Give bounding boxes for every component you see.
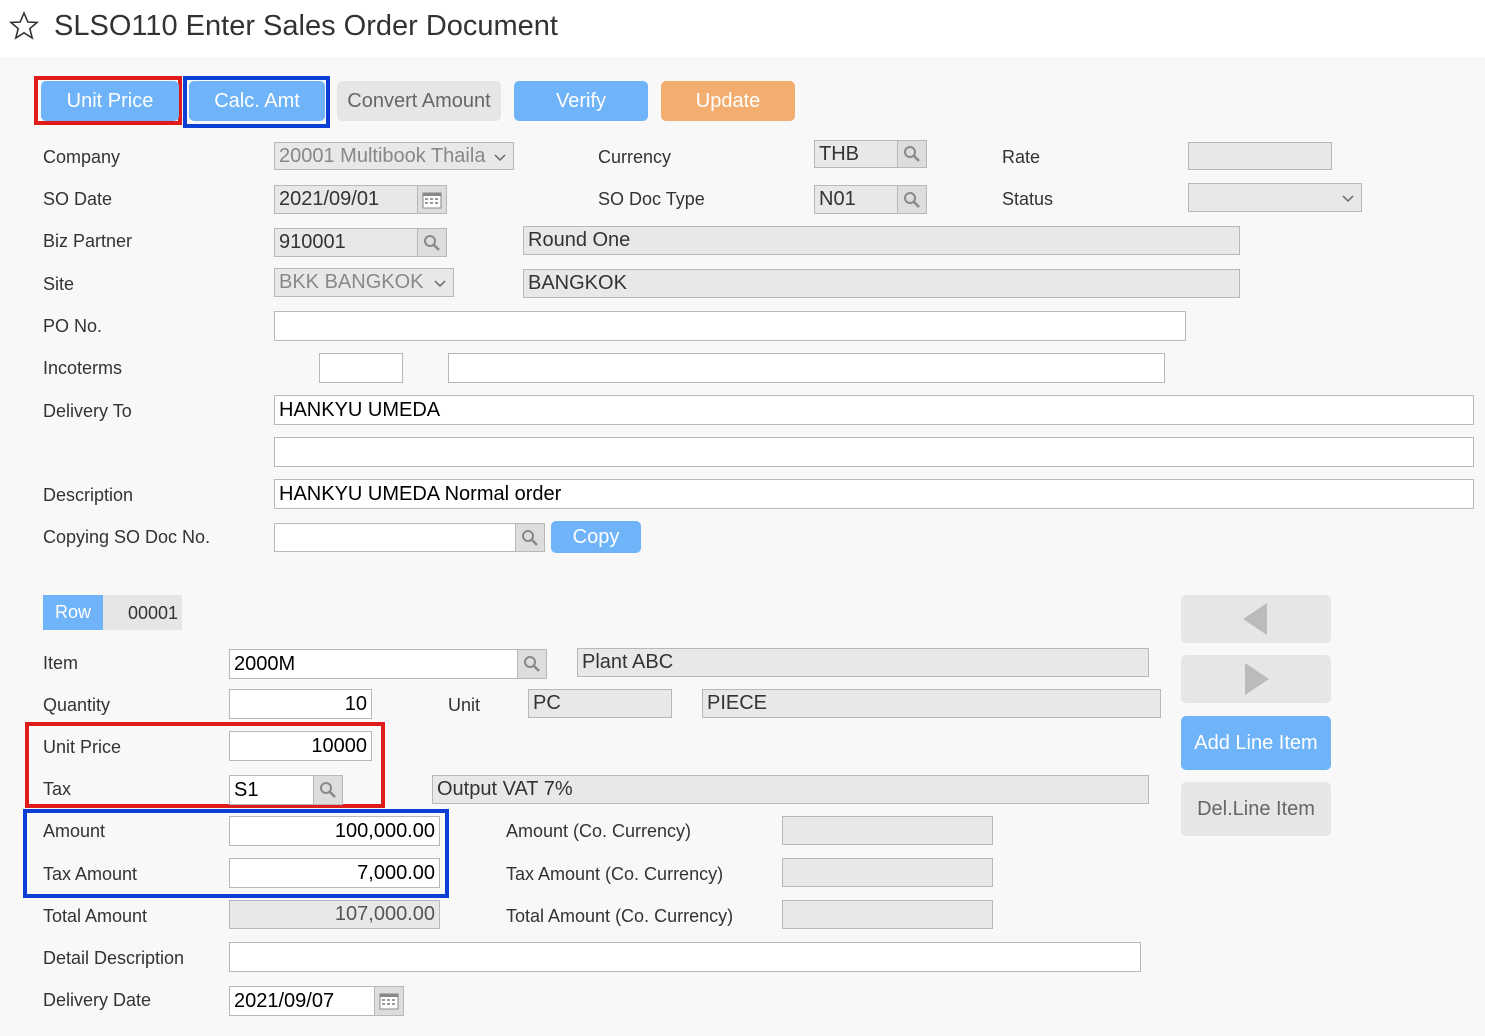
triangle-right-icon — [1245, 663, 1269, 695]
amount-co-label: Amount (Co. Currency) — [506, 821, 692, 841]
currency-label: Currency — [598, 147, 672, 167]
tax-search-button[interactable] — [313, 775, 343, 805]
calc-amt-button[interactable]: Calc. Amt — [189, 81, 325, 121]
site-select[interactable]: BKK BANGKOK — [274, 268, 454, 297]
item-search-button[interactable] — [517, 649, 547, 679]
unit-price-button[interactable]: Unit Price — [41, 81, 179, 121]
quantity-field[interactable]: 10 — [229, 689, 372, 719]
total-amount-co-label: Total Amount (Co. Currency) — [506, 906, 734, 926]
star-icon[interactable] — [8, 10, 40, 42]
rate-label: Rate — [1002, 147, 1041, 167]
rate-field[interactable] — [1188, 142, 1332, 170]
delivery-to-label: Delivery To — [43, 401, 132, 421]
site-name-field: BANGKOK — [523, 269, 1240, 298]
copying-so-doc-field[interactable] — [274, 523, 516, 552]
delivery-date-field[interactable]: 2021/09/07 — [229, 986, 375, 1016]
tax-amount-label: Tax Amount — [43, 864, 138, 884]
triangle-left-icon — [1243, 603, 1267, 635]
incoterms-label: Incoterms — [43, 358, 123, 378]
item-label: Item — [43, 653, 79, 673]
so-doc-type-search-button[interactable] — [897, 185, 927, 214]
site-value: BKK BANGKOK — [279, 271, 424, 293]
row-number: 00001 — [128, 603, 179, 623]
biz-partner-name-field: Round One — [523, 226, 1240, 255]
company-label: Company — [43, 147, 121, 167]
incoterms-code-field[interactable] — [319, 353, 403, 383]
tax-label: Tax — [43, 779, 72, 799]
copy-button[interactable]: Copy — [551, 521, 641, 553]
status-label: Status — [1002, 189, 1054, 209]
status-select[interactable] — [1188, 183, 1362, 212]
delivery-date-label: Delivery Date — [43, 990, 152, 1010]
unit-price-label: Unit Price — [43, 737, 122, 757]
item-field[interactable]: 2000M — [229, 649, 518, 679]
so-date-label: SO Date — [43, 189, 113, 209]
magnifier-icon — [524, 656, 540, 672]
item-name-field: Plant ABC — [577, 648, 1149, 677]
delivery-to-line1-field[interactable]: HANKYU UMEDA — [274, 395, 1474, 425]
copying-so-doc-label: Copying SO Doc No. — [43, 527, 211, 547]
po-no-label: PO No. — [43, 316, 103, 336]
convert-amount-button[interactable]: Convert Amount — [337, 81, 501, 121]
total-amount-label: Total Amount — [43, 906, 148, 926]
add-line-item-button[interactable]: Add Line Item — [1181, 716, 1331, 770]
tax-amount-co-label: Tax Amount (Co. Currency) — [506, 864, 724, 884]
del-line-item-button[interactable]: Del.Line Item — [1181, 782, 1331, 836]
detail-description-field[interactable] — [229, 942, 1141, 972]
so-date-field[interactable]: 2021/09/01 — [274, 185, 418, 214]
verify-button[interactable]: Verify — [514, 81, 648, 121]
chevron-down-icon — [1342, 195, 1354, 203]
chevron-down-icon — [434, 280, 446, 288]
next-row-button[interactable] — [1181, 655, 1331, 703]
detail-description-label: Detail Description — [43, 948, 185, 968]
tax-name-field: Output VAT 7% — [432, 775, 1149, 804]
tax-amount-field[interactable]: 7,000.00 — [229, 858, 440, 888]
po-no-field[interactable] — [274, 311, 1186, 341]
tax-field[interactable]: S1 — [229, 775, 314, 805]
site-label: Site — [43, 274, 75, 294]
company-value: 20001 Multibook Thaila — [279, 144, 486, 167]
calendar-icon — [422, 192, 442, 208]
magnifier-icon — [522, 529, 538, 546]
row-tag: Row — [43, 595, 103, 630]
unit-code-field: PC — [528, 689, 672, 718]
delivery-date-calendar-button[interactable] — [374, 986, 404, 1016]
calendar-icon — [379, 993, 399, 1010]
chevron-down-icon — [494, 154, 506, 162]
so-doc-type-field[interactable]: N01 — [814, 185, 898, 214]
amount-field[interactable]: 100,000.00 — [229, 816, 440, 846]
amount-label: Amount — [43, 821, 106, 841]
company-select[interactable]: 20001 Multibook Thaila — [274, 142, 514, 170]
biz-partner-label: Biz Partner — [43, 231, 133, 251]
delivery-to-line2-field[interactable] — [274, 437, 1474, 467]
magnifier-icon — [320, 782, 336, 798]
description-field[interactable]: HANKYU UMEDA Normal order — [274, 479, 1474, 509]
magnifier-icon — [904, 146, 920, 162]
copying-so-doc-search-button[interactable] — [515, 523, 545, 552]
biz-partner-field[interactable]: 910001 — [274, 228, 418, 257]
tax-amount-co-field — [782, 858, 993, 887]
page-title: SLSO110 Enter Sales Order Document — [54, 10, 558, 42]
so-date-calendar-button[interactable] — [417, 185, 447, 214]
incoterms-desc-field[interactable] — [448, 353, 1165, 383]
prev-row-button[interactable] — [1181, 595, 1331, 643]
magnifier-icon — [424, 234, 440, 251]
amount-co-field — [782, 816, 993, 845]
update-button[interactable]: Update — [661, 81, 795, 121]
unit-label: Unit — [448, 695, 481, 715]
total-amount-co-field — [782, 900, 993, 929]
magnifier-icon — [904, 191, 920, 208]
currency-search-button[interactable] — [897, 140, 927, 168]
description-label: Description — [43, 485, 134, 505]
quantity-label: Quantity — [43, 695, 111, 715]
unit-name-field: PIECE — [702, 689, 1161, 718]
so-doc-type-label: SO Doc Type — [598, 189, 705, 209]
unit-price-field[interactable]: 10000 — [229, 731, 372, 761]
biz-partner-search-button[interactable] — [417, 228, 447, 257]
total-amount-field: 107,000.00 — [229, 900, 440, 929]
currency-field[interactable]: THB — [814, 140, 898, 168]
